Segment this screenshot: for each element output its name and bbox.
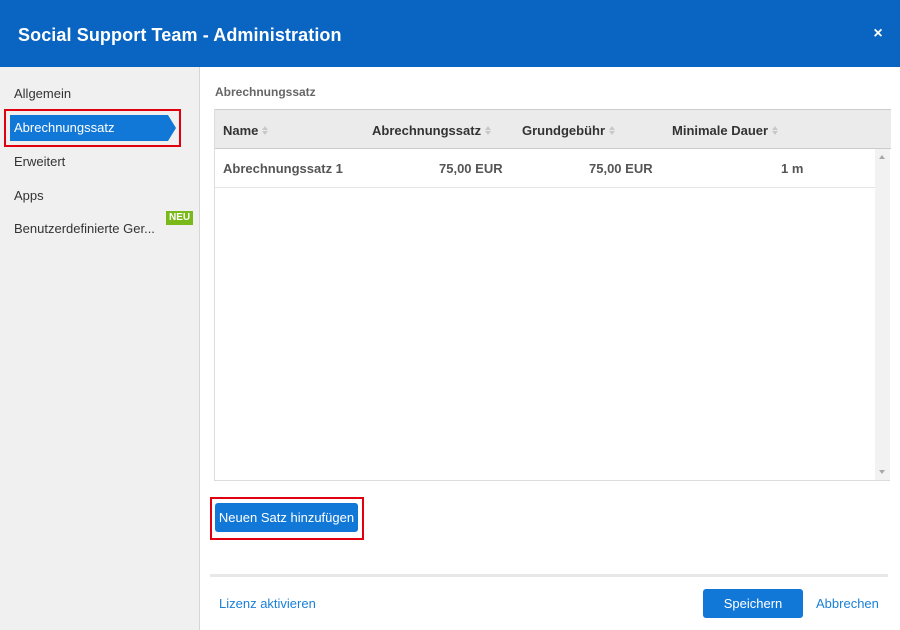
cell-name: Abrechnungssatz 1 bbox=[223, 161, 343, 176]
sort-icon bbox=[609, 125, 616, 136]
sidebar-item-benutzerdefinierte-geraete[interactable]: Benutzerdefinierte Ger... bbox=[14, 221, 155, 236]
table-header: Name Abrechnungssatz Grundgebühr Minimal… bbox=[215, 109, 891, 149]
new-badge: NEU bbox=[166, 211, 194, 225]
table-scrollbar[interactable] bbox=[875, 149, 890, 480]
section-title: Abrechnungssatz bbox=[215, 85, 316, 99]
column-header-grundgebuehr[interactable]: Grundgebühr bbox=[522, 123, 616, 138]
activate-license-link[interactable]: Lizenz aktivieren bbox=[219, 596, 316, 611]
column-header-abrechnungssatz[interactable]: Abrechnungssatz bbox=[372, 123, 492, 138]
scroll-up-icon[interactable] bbox=[879, 155, 885, 159]
sort-icon bbox=[485, 125, 492, 136]
scroll-down-icon[interactable] bbox=[879, 470, 885, 474]
sidebar: Allgemein Abrechnungssatz Erweitert Apps… bbox=[0, 67, 200, 630]
cell-minimale-dauer: 1 m bbox=[781, 161, 804, 176]
sidebar-item-erweitert[interactable]: Erweitert bbox=[14, 154, 65, 169]
column-header-name[interactable]: Name bbox=[223, 123, 269, 138]
sort-icon bbox=[772, 125, 779, 136]
cell-abrechnungssatz: 75,00 EUR bbox=[439, 161, 503, 176]
cell-grundgebuehr: 75,00 EUR bbox=[589, 161, 653, 176]
rates-table: Name Abrechnungssatz Grundgebühr Minimal… bbox=[214, 109, 891, 481]
footer-divider bbox=[210, 574, 888, 577]
cancel-link[interactable]: Abbrechen bbox=[816, 596, 879, 611]
close-icon[interactable]: × bbox=[868, 24, 888, 44]
window-title: Social Support Team - Administration bbox=[18, 25, 342, 45]
sort-icon bbox=[262, 125, 269, 136]
add-rate-button[interactable]: Neuen Satz hinzufügen bbox=[215, 503, 358, 532]
sidebar-item-allgemein[interactable]: Allgemein bbox=[14, 86, 71, 101]
title-bar: Social Support Team - Administration × bbox=[0, 0, 900, 67]
column-header-minimale-dauer[interactable]: Minimale Dauer bbox=[672, 123, 779, 138]
sidebar-item-abrechnungssatz[interactable]: Abrechnungssatz bbox=[10, 115, 176, 141]
active-arrow-icon bbox=[168, 115, 176, 141]
sidebar-item-apps[interactable]: Apps bbox=[14, 188, 44, 203]
table-row[interactable]: Abrechnungssatz 1 75,00 EUR 75,00 EUR 1 … bbox=[215, 149, 875, 188]
sidebar-item-label: Abrechnungssatz bbox=[14, 120, 115, 135]
save-button[interactable]: Speichern bbox=[703, 589, 803, 618]
